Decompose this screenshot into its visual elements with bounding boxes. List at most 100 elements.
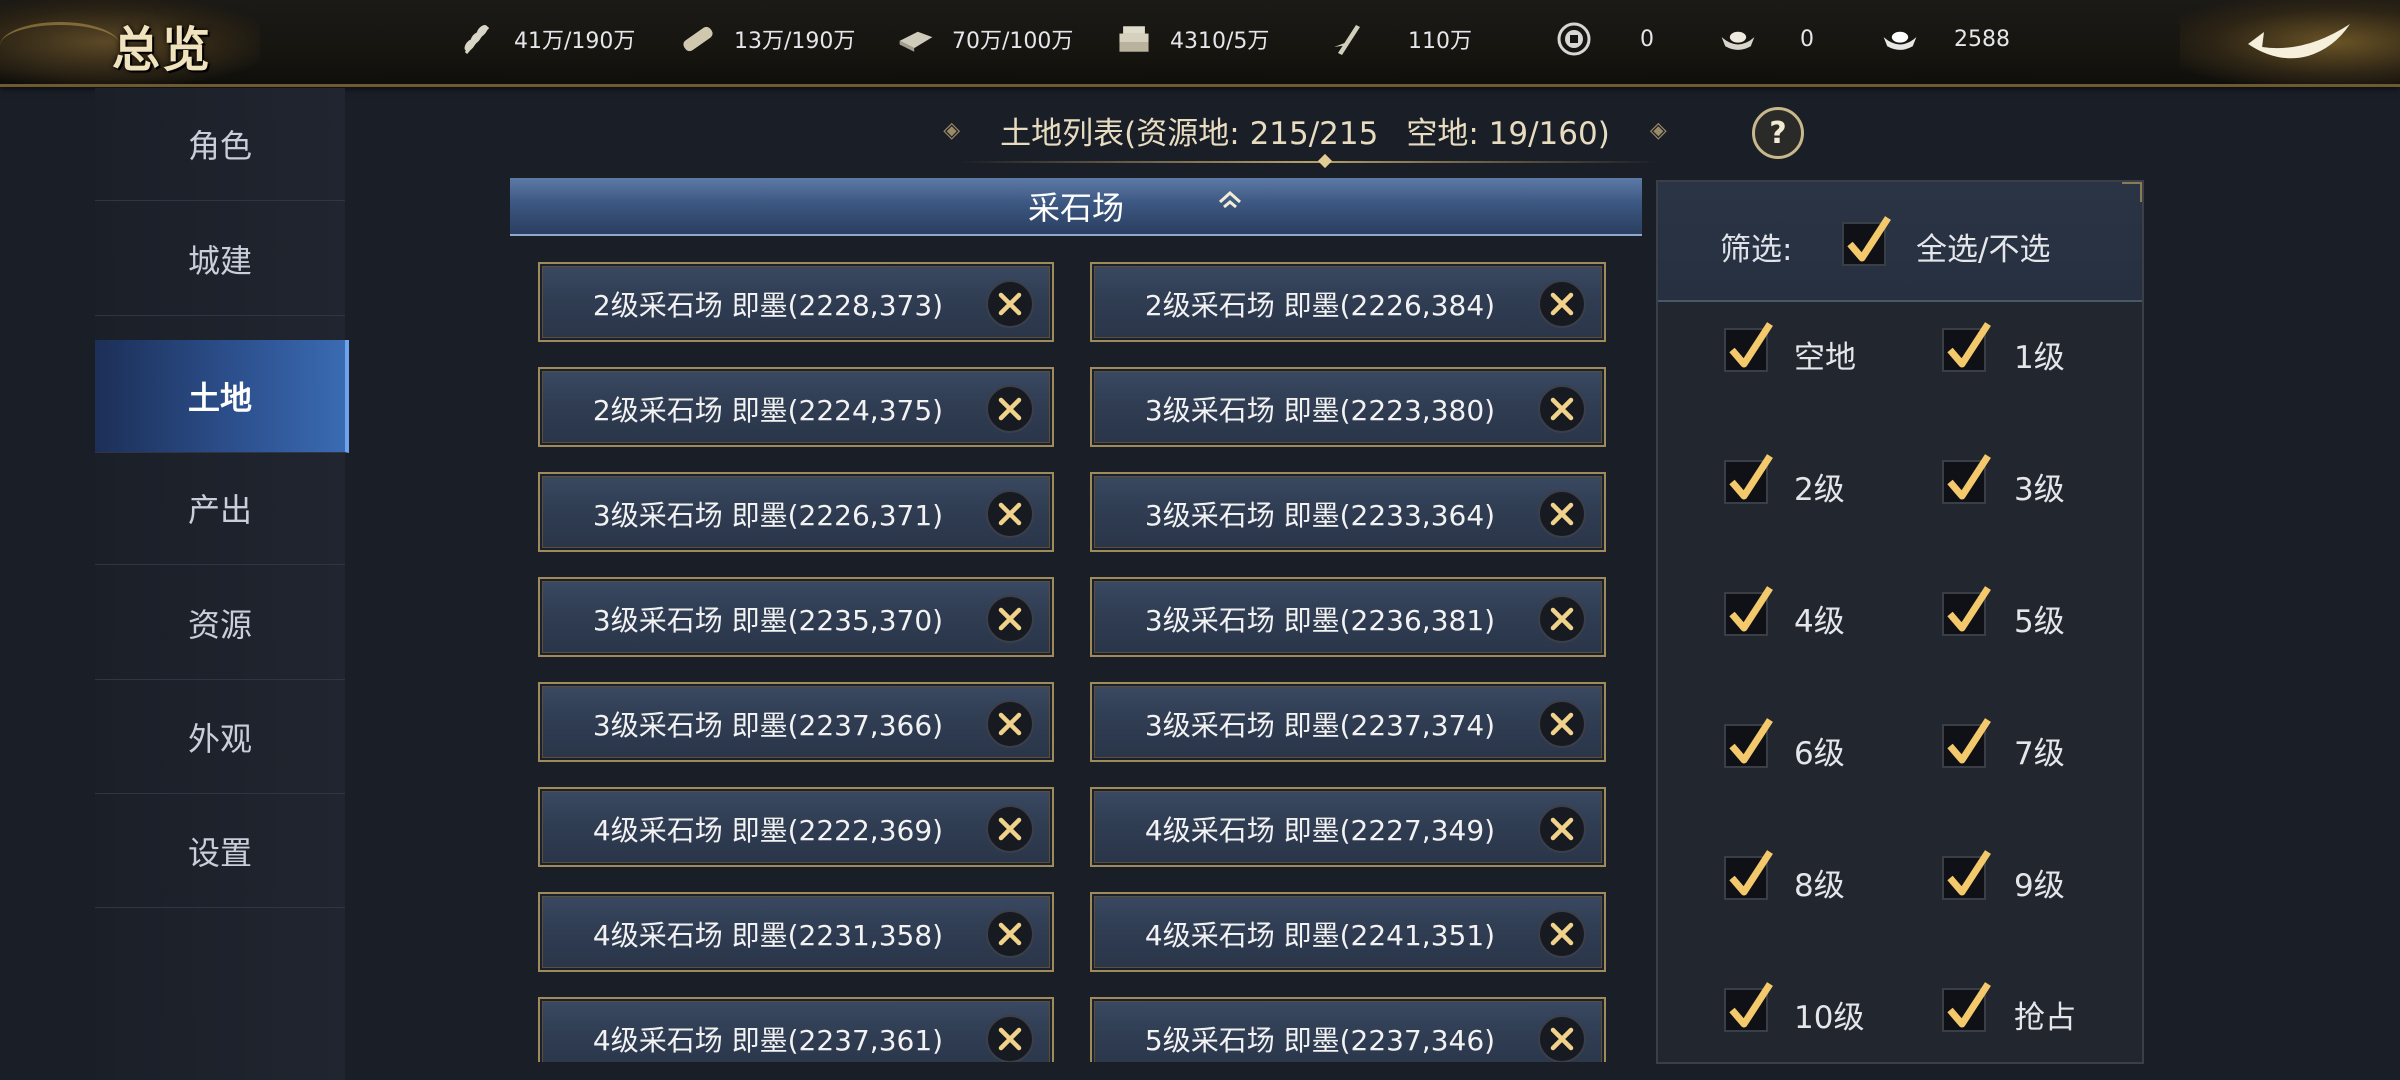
filter-option-label[interactable]: 抢占 (2014, 992, 2076, 1037)
diamond-ornament-icon: ◈ (943, 117, 961, 143)
close-icon (1550, 817, 1574, 841)
close-icon (998, 607, 1022, 631)
land-item[interactable]: 4级采石场 即墨(2237,361) (538, 997, 1054, 1062)
land-list[interactable]: 2级采石场 即墨(2228,373) 2级采石场 即墨(2226,384) 2级采石… (538, 262, 1618, 1062)
filter-checkbox[interactable] (1724, 982, 1773, 1032)
question-icon: ? (1769, 115, 1787, 151)
header-divider (960, 161, 1660, 163)
remove-land-button[interactable] (986, 490, 1034, 538)
filter-checkbox[interactable] (1724, 586, 1773, 636)
land-item[interactable]: 4级采石场 即墨(2241,351) (1090, 892, 1606, 972)
sidebar-item-land[interactable]: 土地 (95, 340, 349, 453)
remove-land-button[interactable] (1538, 910, 1586, 958)
land-item[interactable]: 3级采石场 即墨(2237,366) (538, 682, 1054, 762)
filter-option-label[interactable]: 3级 (2014, 464, 2065, 509)
sidebar-item-output[interactable]: 产出 (95, 452, 345, 565)
filter-checkbox[interactable] (1942, 322, 1991, 372)
remove-land-button[interactable] (1538, 805, 1586, 853)
land-item[interactable]: 2级采石场 即墨(2224,375) (538, 367, 1054, 447)
resource-wood[interactable]: 13万/190万 (678, 0, 855, 78)
land-item-label: 4级采石场 即墨(2237,361) (592, 1024, 944, 1057)
checkmark-icon (1947, 586, 1991, 632)
filter-option-label[interactable]: 10级 (1794, 992, 1864, 1037)
gold-ingot-icon (1718, 19, 1758, 59)
filter-option-label[interactable]: 7级 (2014, 728, 2065, 773)
filter-option-label[interactable]: 8级 (1794, 860, 1845, 905)
resource-grain-value: 41万/190万 (514, 29, 636, 54)
land-item[interactable]: 5级采石场 即墨(2237,346) (1090, 997, 1606, 1062)
filter-checkbox[interactable] (1724, 718, 1773, 768)
land-item[interactable]: 3级采石场 即墨(2233,364) (1090, 472, 1606, 552)
filter-checkbox[interactable] (1724, 850, 1773, 900)
resource-coin[interactable]: 0 (1554, 0, 1654, 78)
resource-stone[interactable]: 4310/5万 (1114, 0, 1269, 78)
land-item[interactable]: 3级采石场 即墨(2237,374) (1090, 682, 1606, 762)
filter-checkbox[interactable] (1942, 850, 1991, 900)
checkmark-icon (1729, 322, 1773, 368)
sidebar-item-city[interactable]: 城建 (95, 203, 345, 316)
filter-checkbox[interactable] (1942, 718, 1991, 768)
resource-iron-value: 70万/100万 (952, 29, 1074, 54)
resource-gold[interactable]: 0 (1718, 0, 1814, 78)
sidebar-item-resources[interactable]: 资源 (95, 567, 345, 680)
remove-land-button[interactable] (1538, 700, 1586, 748)
remove-land-button[interactable] (986, 595, 1034, 643)
help-button[interactable]: ? (1752, 107, 1804, 159)
remove-land-button[interactable] (1538, 385, 1586, 433)
filter-checkbox[interactable] (1942, 454, 1991, 504)
land-item[interactable]: 4级采石场 即墨(2227,349) (1090, 787, 1606, 867)
remove-land-button[interactable] (986, 280, 1034, 328)
land-item[interactable]: 4级采石场 即墨(2231,358) (538, 892, 1054, 972)
wood-icon (678, 19, 718, 59)
remove-land-button[interactable] (1538, 1015, 1586, 1062)
back-button[interactable] (2180, 0, 2400, 84)
back-arrow-icon (2248, 24, 2350, 59)
land-item[interactable]: 4级采石场 即墨(2222,369) (538, 787, 1054, 867)
land-item-label: 3级采石场 即墨(2226,371) (592, 499, 944, 532)
stone-icon (1114, 19, 1154, 59)
resource-coin-value: 0 (1640, 26, 1654, 52)
sidebar: 角色 城建 土地 产出 资源 外观 设置 (95, 88, 349, 1080)
filter-option-label[interactable]: 空地 (1794, 332, 1856, 377)
land-item[interactable]: 2级采石场 即墨(2226,384) (1090, 262, 1606, 342)
sidebar-item-appearance[interactable]: 外观 (95, 681, 345, 794)
filter-option-label[interactable]: 1级 (2014, 332, 2065, 377)
remove-land-button[interactable] (1538, 595, 1586, 643)
filter-header: 筛选: 全选/不选 (1658, 182, 2142, 302)
sidebar-item-role[interactable]: 角色 (95, 88, 345, 201)
close-icon (998, 397, 1022, 421)
chevron-up-icon[interactable] (1217, 190, 1243, 210)
land-item[interactable]: 3级采石场 即墨(2226,371) (538, 472, 1054, 552)
remove-land-button[interactable] (986, 385, 1034, 433)
remove-land-button[interactable] (986, 700, 1034, 748)
remove-land-button[interactable] (986, 910, 1034, 958)
filter-option-label[interactable]: 9级 (2014, 860, 2065, 905)
filter-option-label[interactable]: 5级 (2014, 596, 2065, 641)
land-item[interactable]: 2级采石场 即墨(2228,373) (538, 262, 1054, 342)
filter-checkbox[interactable] (1942, 982, 1991, 1032)
select-all-checkbox[interactable] (1842, 216, 1891, 266)
land-item-label: 3级采石场 即墨(2233,364) (1144, 499, 1496, 532)
resource-grain[interactable]: 41万/190万 (458, 0, 635, 78)
filter-option-label[interactable]: 2级 (1794, 464, 1845, 509)
remove-land-button[interactable] (1538, 280, 1586, 328)
filter-option-label[interactable]: 4级 (1794, 596, 1845, 641)
land-item[interactable]: 3级采石场 即墨(2223,380) (1090, 367, 1606, 447)
resource-silver[interactable]: 2588 (1880, 0, 2010, 78)
select-all-label[interactable]: 全选/不选 (1916, 224, 2050, 269)
category-header[interactable]: 采石场 (510, 178, 1642, 236)
remove-land-button[interactable] (986, 805, 1034, 853)
remove-land-button[interactable] (986, 1015, 1034, 1062)
sidebar-item-label: 角色 (187, 127, 252, 165)
sidebar-item-settings[interactable]: 设置 (95, 795, 345, 908)
filter-option-label[interactable]: 6级 (1794, 728, 1845, 773)
resource-iron[interactable]: 70万/100万 (896, 0, 1073, 78)
close-icon (998, 922, 1022, 946)
resource-order[interactable]: 110万 (1328, 0, 1472, 78)
filter-checkbox[interactable] (1724, 454, 1773, 504)
filter-checkbox[interactable] (1724, 322, 1773, 372)
filter-checkbox[interactable] (1942, 586, 1991, 636)
land-item[interactable]: 3级采石场 即墨(2236,381) (1090, 577, 1606, 657)
land-item[interactable]: 3级采石场 即墨(2235,370) (538, 577, 1054, 657)
remove-land-button[interactable] (1538, 490, 1586, 538)
